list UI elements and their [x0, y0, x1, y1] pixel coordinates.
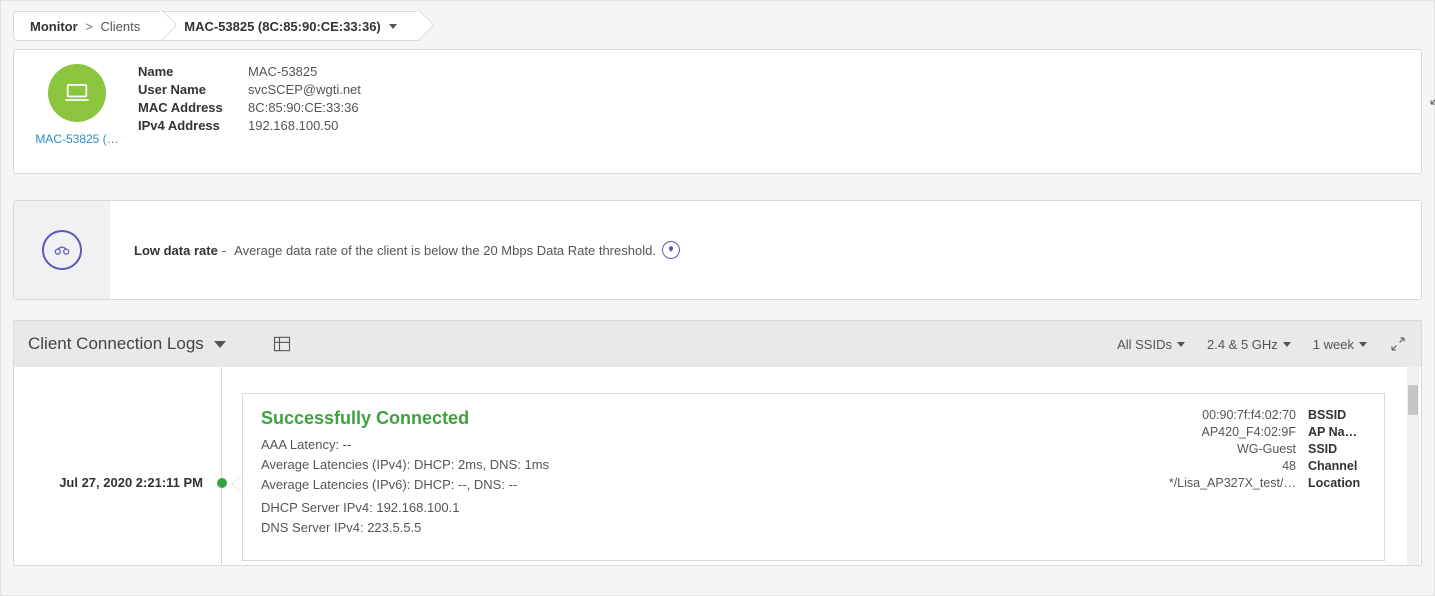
chevron-down-icon — [214, 341, 226, 348]
chevron-down-icon — [1283, 342, 1291, 347]
meta-channel-label: Channel — [1308, 459, 1366, 473]
filter-band-label: 2.4 & 5 GHz — [1207, 337, 1278, 352]
expand-icon — [1389, 335, 1407, 353]
chevron-down-icon — [389, 24, 397, 29]
breadcrumb-root-label: Monitor — [30, 19, 78, 34]
scrollbar[interactable] — [1407, 367, 1419, 565]
expand-panel-button[interactable] — [1428, 89, 1435, 110]
alert-hint-button[interactable] — [662, 241, 680, 259]
table-view-icon — [272, 334, 292, 354]
meta-location-value: */Lisa_AP327X_test/… — [1136, 476, 1296, 490]
device-link[interactable]: MAC-53825 (… — [35, 132, 118, 146]
prop-mac-label: MAC Address — [138, 100, 248, 115]
connection-logs-section: Client Connection Logs All SSIDs 2.4 & 5… — [13, 320, 1422, 566]
device-summary-card: MAC-53825 (… Name MAC-53825 User Name sv… — [13, 49, 1422, 174]
log-entry-card: Successfully Connected AAA Latency: -- A… — [242, 393, 1385, 561]
prop-username-label: User Name — [138, 82, 248, 97]
laptop-icon — [63, 79, 91, 107]
log-latency-ipv4: Average Latencies (IPv4): DHCP: 2ms, DNS… — [261, 457, 1136, 472]
logs-title-label: Client Connection Logs — [28, 334, 204, 354]
prop-name-label: Name — [138, 64, 248, 79]
filter-band-dropdown[interactable]: 2.4 & 5 GHz — [1207, 337, 1291, 352]
prop-ipv4-label: IPv4 Address — [138, 118, 248, 133]
log-aaa-latency: AAA Latency: -- — [261, 437, 1136, 452]
log-meta: 00:90:7f:f4:02:70 BSSID AP420_F4:02:9F A… — [1136, 408, 1366, 546]
filter-ssid-label: All SSIDs — [1117, 337, 1172, 352]
meta-apname-value: AP420_F4:02:9F — [1136, 425, 1296, 439]
breadcrumb-current[interactable]: MAC-53825 (8C:85:90:CE:33:36) — [157, 11, 420, 41]
meta-location-label: Location — [1308, 476, 1366, 490]
filter-range-dropdown[interactable]: 1 week — [1313, 337, 1367, 352]
alert-title: Low data rate — [134, 243, 218, 258]
filter-ssid-dropdown[interactable]: All SSIDs — [1117, 337, 1185, 352]
meta-ssid-label: SSID — [1308, 442, 1366, 456]
expand-icon — [1428, 89, 1435, 107]
breadcrumb-root[interactable]: Monitor > Clients — [13, 11, 163, 41]
logs-title[interactable]: Client Connection Logs — [28, 334, 226, 354]
prop-mac-value: 8C:85:90:CE:33:36 — [248, 100, 359, 115]
lightbulb-icon — [666, 245, 676, 255]
alert-message: Average data rate of the client is below… — [234, 243, 656, 258]
alert-separator: - — [222, 243, 226, 258]
prop-username-value: svcSCEP@wgti.net — [248, 82, 361, 97]
prop-name-value: MAC-53825 — [248, 64, 317, 79]
logs-header: Client Connection Logs All SSIDs 2.4 & 5… — [14, 321, 1421, 367]
meta-bssid-value: 00:90:7f:f4:02:70 — [1136, 408, 1296, 422]
log-dns-ipv4: DNS Server IPv4: 223.5.5.5 — [261, 520, 1136, 535]
view-mode-toggle[interactable] — [272, 334, 292, 354]
logs-timeline: Jul 27, 2020 2:21:11 PM Successfully Con… — [14, 367, 1421, 565]
breadcrumb-separator: > — [82, 19, 97, 34]
alert-icon-container — [14, 201, 110, 299]
alert-severity-icon — [42, 230, 82, 270]
device-properties: Name MAC-53825 User Name svcSCEP@wgti.ne… — [138, 64, 361, 136]
filter-range-label: 1 week — [1313, 337, 1354, 352]
alert-card: Low data rate - Average data rate of the… — [13, 200, 1422, 300]
breadcrumb-section-label: Clients — [100, 19, 140, 34]
prop-ipv4-value: 192.168.100.50 — [248, 118, 338, 133]
meta-ssid-value: WG-Guest — [1136, 442, 1296, 456]
meta-channel-value: 48 — [1136, 459, 1296, 473]
log-dhcp-ipv4: DHCP Server IPv4: 192.168.100.1 — [261, 500, 1136, 515]
scrollbar-thumb[interactable] — [1408, 385, 1418, 415]
expand-logs-button[interactable] — [1389, 335, 1407, 353]
device-avatar — [48, 64, 106, 122]
log-timestamp: Jul 27, 2020 2:21:11 PM — [59, 475, 203, 490]
chevron-down-icon — [1177, 342, 1185, 347]
breadcrumb-current-label: MAC-53825 (8C:85:90:CE:33:36) — [184, 19, 381, 34]
chevron-down-icon — [1359, 342, 1367, 347]
meta-apname-label: AP Na… — [1308, 425, 1366, 439]
timeline-dot-icon — [217, 478, 227, 488]
log-event-title: Successfully Connected — [261, 408, 1136, 429]
meta-bssid-label: BSSID — [1308, 408, 1366, 422]
breadcrumb: Monitor > Clients MAC-53825 (8C:85:90:CE… — [13, 11, 1422, 41]
log-latency-ipv6: Average Latencies (IPv6): DHCP: --, DNS:… — [261, 477, 1136, 492]
